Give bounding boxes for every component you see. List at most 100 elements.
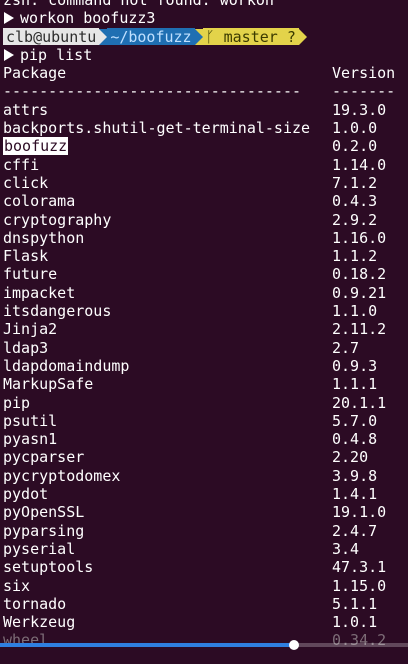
table-row: pyparsing 2.4.7 <box>3 522 408 540</box>
package-version: 0.2.0 <box>332 137 378 156</box>
prompt-arrow-icon <box>4 49 14 62</box>
prompt-line: clb@ubuntu ~/boofuzz ᚴ master ? <box>3 28 408 46</box>
video-progress-bar[interactable] <box>0 640 408 650</box>
package-name: dnspython <box>3 229 332 247</box>
package-name: pydot <box>3 485 332 503</box>
separator-package: --------------------------------- <box>3 82 302 101</box>
prompt-directory: ~/boofuzz <box>107 28 195 46</box>
git-branch-label: master ? <box>223 27 296 46</box>
package-name: backports.shutil-get-terminal-size <box>3 119 332 137</box>
package-name-text: dnspython <box>3 228 85 247</box>
package-name-text: psutil <box>3 411 58 430</box>
package-name-text: itsdangerous <box>3 302 112 321</box>
package-list: attrs 19.3.0 backports.shutil-get-terminal… <box>3 101 408 650</box>
prompt-user: clb@ubuntu <box>3 28 100 46</box>
package-name: ldapdomaindump <box>3 357 332 375</box>
package-name-text: pyOpenSSL <box>3 503 85 522</box>
package-version: 0.4.3 <box>332 192 378 211</box>
package-name: itsdangerous <box>3 302 332 320</box>
table-row: pyasn1 0.4.8 <box>3 430 408 448</box>
header-package: Package <box>3 64 67 83</box>
package-name-text: six <box>3 576 31 595</box>
package-version: 5.7.0 <box>332 411 378 430</box>
package-name: colorama <box>3 192 332 210</box>
package-name: psutil <box>3 412 332 430</box>
package-name-text: colorama <box>3 192 76 211</box>
package-version: 1.1.0 <box>332 302 378 321</box>
command-line-2: pip list <box>3 46 408 64</box>
package-name: six <box>3 577 332 595</box>
prompt-arrow-icon <box>4 12 14 25</box>
segment-separator-icon <box>99 28 108 45</box>
package-name-text: click <box>3 173 49 192</box>
package-version: 3.4 <box>332 539 360 558</box>
package-version: 1.15.0 <box>332 576 387 595</box>
package-name-text: cryptography <box>3 210 112 229</box>
package-version: 1.16.0 <box>332 228 387 247</box>
table-row: cffi 1.14.0 <box>3 156 408 174</box>
table-row: future 0.18.2 <box>3 265 408 283</box>
terminal-window[interactable]: zsh: command not found: workon workon bo… <box>0 0 408 664</box>
package-name: pycryptodomex <box>3 467 332 485</box>
table-row: click 7.1.2 <box>3 174 408 192</box>
package-name: impacket <box>3 284 332 302</box>
table-row: setuptools 47.3.1 <box>3 558 408 576</box>
table-row: tornado 5.1.1 <box>3 595 408 613</box>
package-name-text: Jinja2 <box>3 320 58 339</box>
package-name: boofuzz <box>3 137 332 156</box>
table-separator: --------------------------------- ------… <box>3 82 408 100</box>
package-name: pycparser <box>3 448 332 466</box>
error-line: zsh: command not found: workon <box>3 0 408 9</box>
table-row: psutil 5.7.0 <box>3 412 408 430</box>
table-row: cryptography 2.9.2 <box>3 211 408 229</box>
table-row: pycparser 2.20 <box>3 448 408 466</box>
package-name: pyserial <box>3 540 332 558</box>
package-name-text: impacket <box>3 283 76 302</box>
package-name: pyOpenSSL <box>3 503 332 521</box>
table-row: boofuzz 0.2.0 <box>3 137 408 156</box>
package-name-text: pip <box>3 393 31 412</box>
table-row: colorama 0.4.3 <box>3 192 408 210</box>
branch-icon: ᚴ <box>205 27 224 46</box>
table-row: six 1.15.0 <box>3 577 408 595</box>
package-name-text: pycparser <box>3 448 85 467</box>
package-name: tornado <box>3 595 332 613</box>
package-version: 1.0.0 <box>332 119 378 138</box>
terminal-output: zsh: command not found: workon workon bo… <box>3 0 408 650</box>
package-name-text: Werkzeug <box>3 613 76 632</box>
package-version: 1.0.1 <box>332 613 378 632</box>
table-row: MarkupSafe 1.1.1 <box>3 375 408 393</box>
package-name-text: backports.shutil-get-terminal-size <box>3 119 311 138</box>
table-row: ldapdomaindump 0.9.3 <box>3 357 408 375</box>
package-version: 2.11.2 <box>332 320 387 339</box>
progress-scrubber-handle[interactable] <box>288 640 299 650</box>
package-name: Werkzeug <box>3 613 332 631</box>
package-name-text: ldap3 <box>3 338 49 357</box>
package-version: 3.9.8 <box>332 466 378 485</box>
table-row: attrs 19.3.0 <box>3 101 408 119</box>
package-version: 7.1.2 <box>332 173 378 192</box>
package-name: ldap3 <box>3 339 332 357</box>
package-name: setuptools <box>3 558 332 576</box>
table-header: Package Version <box>3 64 408 82</box>
package-name: attrs <box>3 101 332 119</box>
package-name: pyasn1 <box>3 430 332 448</box>
table-row: pycryptodomex 3.9.8 <box>3 467 408 485</box>
package-name: Jinja2 <box>3 320 332 338</box>
package-version: 0.9.21 <box>332 283 387 302</box>
package-name: MarkupSafe <box>3 375 332 393</box>
package-name-text: pyasn1 <box>3 430 58 449</box>
table-row: ldap3 2.7 <box>3 339 408 357</box>
package-name: cffi <box>3 156 332 174</box>
package-name-text: attrs <box>3 100 49 119</box>
package-version: 1.1.1 <box>332 375 378 394</box>
package-version: 0.18.2 <box>332 265 387 284</box>
package-version: 2.20 <box>332 448 369 467</box>
package-version: 20.1.1 <box>332 393 387 412</box>
package-name-text: future <box>3 265 58 284</box>
package-version: 0.4.8 <box>332 430 378 449</box>
package-version: 2.9.2 <box>332 210 378 229</box>
error-message: zsh: command not found: workon <box>3 0 274 9</box>
package-version: 19.1.0 <box>332 503 387 522</box>
package-version: 5.1.1 <box>332 594 378 613</box>
